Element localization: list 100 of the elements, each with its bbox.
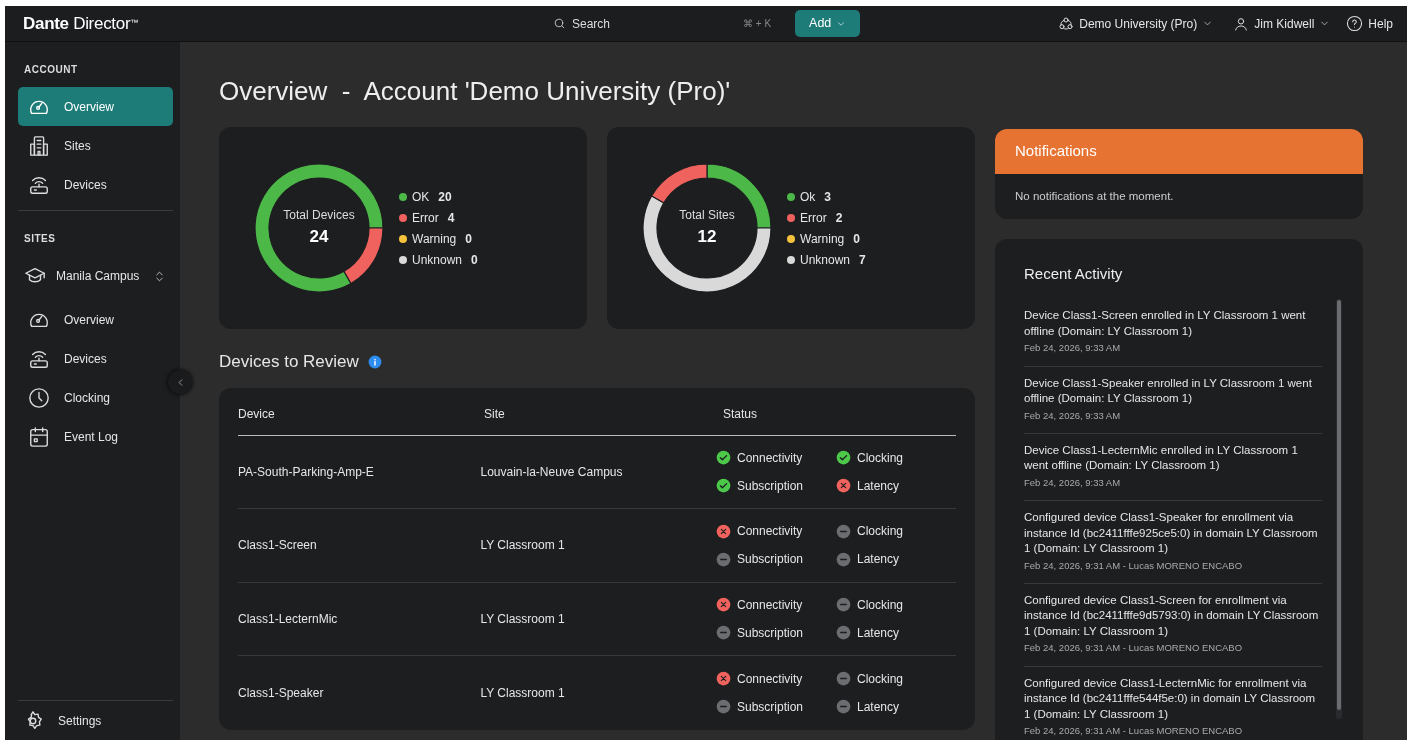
activity-text: Configured device Class1-Screen for enrollment via instance Id (bc2411fffe9d5793:0) in domain LY Classroom 1 (Domain: LY Classroom 1) bbox=[1024, 592, 1320, 639]
status-label: Subscription bbox=[737, 624, 804, 642]
legend-count: 2 bbox=[835, 209, 843, 227]
table-cell-text: Class1-Speaker bbox=[238, 684, 325, 702]
status-label: Subscription bbox=[737, 551, 804, 569]
column-header: Status bbox=[723, 406, 759, 424]
help-link[interactable]: Help bbox=[1340, 14, 1399, 33]
check-circle-icon bbox=[716, 450, 731, 466]
legend-label: Unknown bbox=[412, 251, 463, 269]
legend-count: 20 bbox=[438, 188, 452, 206]
activity-text: Configured device Class1-LecternMic for enrollment via instance Id (bc2411fffe544f5e:0) in domain LY Classroom 1 (Domain: LY Classroom 1) bbox=[1024, 675, 1317, 722]
status-label: Clocking bbox=[857, 670, 904, 688]
x-circle-icon bbox=[836, 478, 851, 494]
status-label: Clocking bbox=[857, 523, 904, 541]
section-heading: SITES bbox=[23, 232, 57, 246]
x-circle-icon bbox=[716, 597, 731, 613]
sidebar-item[interactable]: Overview bbox=[18, 300, 173, 339]
activity-timestamp: Feb 24, 2026, 9:33 AM bbox=[1024, 475, 1122, 490]
activity-timestamp: Feb 24, 2026, 9:33 AM bbox=[1024, 408, 1122, 423]
section-heading: ACCOUNT bbox=[23, 63, 79, 77]
activity-text: Device Class1-Screen enrolled in LY Classroom 1 went offline (Domain: LY Classroom 1) bbox=[1024, 308, 1307, 339]
legend-label: Unknown bbox=[800, 251, 851, 269]
table-cell-text: PA-South-Parking-Amp-E bbox=[238, 463, 375, 481]
status-label: Latency bbox=[857, 477, 900, 495]
status-label: Latency bbox=[857, 551, 900, 569]
activity-timestamp: Feb 24, 2026, 9:31 AM - Lucas MORENO ENCABO bbox=[1024, 558, 1244, 573]
minus-circle-icon bbox=[716, 551, 731, 567]
activity-title: Recent Activity bbox=[1024, 263, 1124, 284]
donut-label: Total Sites bbox=[679, 207, 735, 225]
minus-circle-icon bbox=[836, 597, 851, 613]
legend-label: Warning bbox=[800, 230, 845, 248]
shortcut-hint: ⌘ + K bbox=[743, 17, 772, 31]
app-logo: Dante Director$^{™}$ bbox=[23, 12, 139, 35]
legend-count: 4 bbox=[447, 209, 455, 227]
section-title: Devices to Review bbox=[219, 351, 359, 374]
donut-label: Total Devices bbox=[283, 207, 355, 225]
check-circle-icon bbox=[716, 478, 731, 494]
minus-circle-icon bbox=[716, 699, 731, 715]
empty-message: No notifications at the moment. bbox=[1014, 188, 1175, 204]
legend-label: Warning bbox=[412, 230, 457, 248]
table-cell-text: LY Classroom 1 bbox=[480, 684, 566, 702]
activity-text: Device Class1-LecternMic enrolled in LY Classroom 1 went offline (Domain: LY Classroom 1) bbox=[1024, 442, 1299, 474]
status-label: Latency bbox=[857, 698, 900, 716]
status-label: Clocking bbox=[857, 449, 904, 467]
table-cell-text: Class1-LecternMic bbox=[238, 610, 339, 628]
column-header: Device bbox=[238, 406, 276, 424]
search-icon bbox=[553, 17, 566, 30]
x-circle-icon bbox=[716, 523, 731, 539]
scrollbar[interactable] bbox=[1336, 299, 1342, 720]
table-cell-text: Class1-Screen bbox=[238, 537, 318, 555]
search-button[interactable]: Search bbox=[553, 14, 743, 33]
table-cell-text: LY Classroom 1 bbox=[480, 537, 566, 555]
status-label: Connectivity bbox=[737, 596, 803, 614]
table-cell-text: Louvain-la-Neuve Campus bbox=[480, 463, 624, 481]
status-label: Connectivity bbox=[737, 449, 803, 467]
sidebar-item[interactable]: Clocking bbox=[18, 378, 173, 417]
status-label: Connectivity bbox=[737, 523, 803, 541]
donut-total: 24 bbox=[309, 226, 329, 249]
minus-circle-icon bbox=[716, 625, 731, 641]
status-label: Latency bbox=[857, 624, 900, 642]
column-header: Site bbox=[484, 406, 506, 424]
activity-text: Configured device Class1-Speaker for enrollment via instance Id (bc2411fffe925ce5:0) in domain LY Classroom 1 (Domain: LY Classroom 1) bbox=[1024, 510, 1319, 557]
minus-circle-icon bbox=[836, 551, 851, 567]
collapse-button[interactable] bbox=[168, 370, 192, 394]
x-circle-icon bbox=[716, 671, 731, 687]
legend-label: Error bbox=[412, 209, 439, 227]
minus-circle-icon bbox=[836, 625, 851, 641]
sidebar-item[interactable]: Overview bbox=[18, 87, 173, 126]
add-button[interactable]: Add bbox=[795, 10, 861, 37]
legend-count: 0 bbox=[471, 251, 478, 269]
user-menu[interactable]: Jim Kidwell bbox=[1227, 14, 1337, 33]
settings-button[interactable]: Settings bbox=[18, 700, 173, 740]
site-picker[interactable]: Manila Campus bbox=[18, 256, 173, 296]
minus-circle-icon bbox=[836, 671, 851, 687]
account-menu[interactable]: Demo University (Pro) bbox=[1052, 14, 1220, 33]
sidebar-item[interactable]: Event Log bbox=[18, 417, 173, 456]
status-label: Connectivity bbox=[737, 670, 803, 688]
user-icon bbox=[1233, 15, 1250, 32]
status-label: Clocking bbox=[857, 596, 904, 614]
building-icon bbox=[28, 134, 50, 157]
activity-timestamp: Feb 24, 2026, 9:33 AM bbox=[1024, 341, 1122, 356]
sidebar-item[interactable]: Devices bbox=[18, 165, 173, 204]
donut-total: 12 bbox=[697, 226, 717, 249]
check-circle-icon bbox=[836, 450, 851, 466]
clock-icon bbox=[28, 386, 50, 409]
sidebar-item[interactable]: Devices bbox=[18, 339, 173, 378]
calendar-icon bbox=[28, 425, 50, 448]
page-title: Overview - Account 'Demo University (Pro)' bbox=[219, 76, 732, 108]
activity-timestamp: Feb 24, 2026, 9:31 AM - Lucas MORENO ENCABO bbox=[1024, 641, 1244, 656]
legend-count: 0 bbox=[465, 230, 472, 248]
activity-timestamp: Feb 24, 2026, 9:31 AM - Lucas MORENO ENCABO bbox=[1024, 724, 1244, 739]
legend-count: 0 bbox=[853, 230, 860, 248]
legend-label: Ok bbox=[800, 188, 816, 206]
legend-count: 3 bbox=[824, 188, 832, 206]
activity-text: Device Class1-Speaker enrolled in LY Classroom 1 went offline (Domain: LY Classroom 1) bbox=[1024, 375, 1313, 407]
status-label: Subscription bbox=[737, 477, 804, 495]
status-label: Subscription bbox=[737, 698, 804, 716]
help-icon bbox=[1346, 15, 1364, 32]
sidebar-item[interactable]: Sites bbox=[18, 126, 173, 165]
minus-circle-icon bbox=[836, 523, 851, 539]
